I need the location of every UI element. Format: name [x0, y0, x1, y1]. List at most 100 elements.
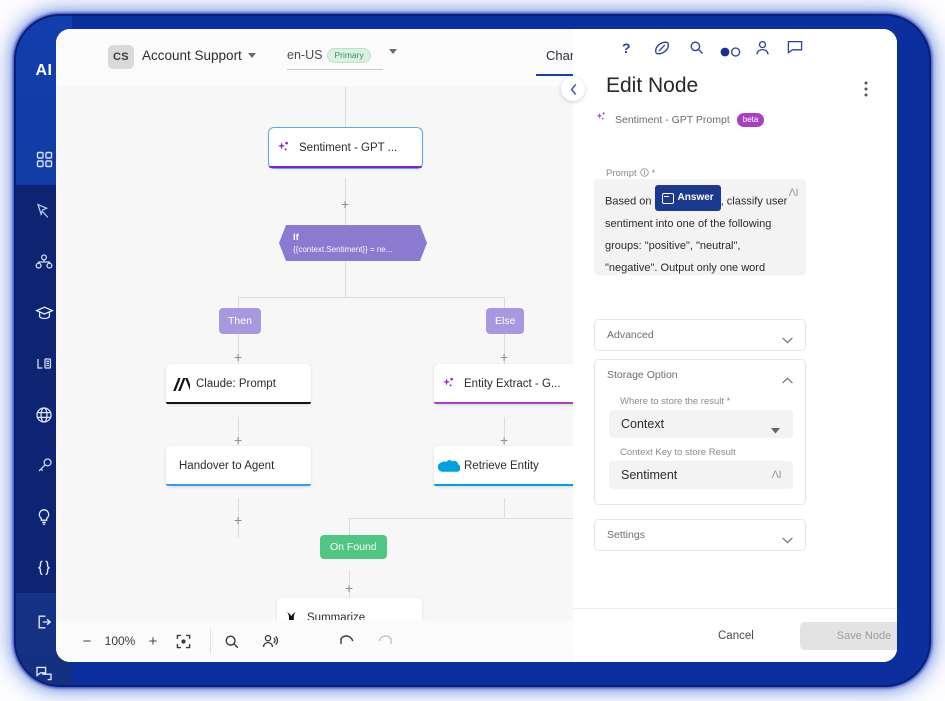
accordion-storage-option[interactable]: Storage Option Where to store the result… — [594, 359, 806, 505]
node-label: Handover to Agent — [179, 460, 274, 472]
sparkle-icon — [269, 140, 299, 156]
node-label: Claude: Prompt — [196, 378, 276, 390]
anthropic-icon — [166, 377, 196, 392]
context-key-label: Context Key to store Result — [620, 447, 736, 458]
chat-icon[interactable] — [787, 40, 803, 59]
prompt-text-before: Based on — [605, 196, 651, 208]
outcome-on-found[interactable]: On Found — [320, 535, 387, 559]
context-key-value: Sentiment — [621, 468, 677, 482]
connector — [349, 518, 350, 536]
variable-icon — [662, 193, 674, 204]
accordion-advanced[interactable]: Advanced — [594, 319, 806, 351]
connector — [504, 498, 505, 518]
node-handover[interactable]: Handover to Agent — [166, 446, 311, 486]
chevron-up-icon — [782, 371, 793, 389]
toggle-icon[interactable] — [720, 44, 742, 62]
add-node-button[interactable]: + — [345, 581, 353, 595]
connector — [345, 261, 346, 297]
save-node-button[interactable]: Save Node — [800, 622, 897, 650]
chevron-down-icon — [248, 53, 256, 58]
add-node-button[interactable]: + — [341, 197, 349, 211]
prompt-label: Prompt — [606, 168, 637, 179]
grid-icon — [36, 151, 53, 168]
where-to-store-value: Context — [621, 417, 664, 431]
search-icon[interactable] — [689, 40, 704, 60]
search-icon[interactable] — [211, 634, 251, 649]
accordion-settings[interactable]: Settings — [594, 519, 806, 551]
add-node-button[interactable]: + — [234, 513, 242, 527]
condition-expression: {{context.Sentiment}} = ne... — [293, 244, 427, 255]
fit-to-screen-icon[interactable] — [166, 634, 200, 649]
connector — [345, 86, 346, 128]
zoom-out-button[interactable]: − — [74, 633, 100, 650]
cursor-flow-icon — [35, 202, 53, 220]
answer-chip[interactable]: Answer — [655, 185, 721, 211]
undo-icon[interactable] — [325, 634, 369, 648]
redo-icon[interactable] — [369, 634, 399, 648]
required-mark: * — [727, 396, 731, 407]
language-selector[interactable]: en-US Primary — [287, 46, 383, 70]
node-accent-bar — [166, 402, 311, 405]
braces-icon — [36, 559, 52, 577]
avatar: CS — [108, 45, 134, 69]
add-node-button[interactable]: + — [500, 350, 508, 364]
accordion-storage-label: Storage Option — [607, 369, 678, 381]
branch-then[interactable]: Then — [219, 308, 261, 334]
sparkle-icon — [595, 111, 608, 129]
language-label: en-US — [287, 48, 322, 62]
canvas-toolbar: − 100% + — [56, 620, 573, 662]
node-claude-prompt[interactable]: Claude: Prompt — [166, 364, 311, 404]
node-label: Entity Extract - G... — [464, 378, 561, 390]
pen-icon[interactable] — [654, 40, 670, 61]
graduation-cap-icon — [35, 305, 54, 321]
add-node-button[interactable]: + — [234, 433, 242, 447]
where-to-store-select[interactable]: Context — [609, 410, 793, 438]
voice-test-icon[interactable] — [251, 634, 289, 649]
panel-icon-bar: ? — [573, 29, 897, 71]
chat-icon — [35, 665, 53, 681]
zoom-in-button[interactable]: + — [140, 633, 166, 650]
chevron-down-icon — [771, 421, 780, 439]
primary-badge: Primary — [327, 48, 370, 63]
ai-icon[interactable]: ΛI — [789, 187, 798, 199]
ai-icon[interactable]: ΛI — [772, 469, 781, 481]
accordion-advanced-header[interactable]: Advanced — [595, 320, 805, 350]
answer-chip-label: Answer — [678, 187, 714, 209]
add-node-button[interactable]: + — [234, 350, 242, 364]
bot-name-label: Account Support — [142, 48, 242, 63]
app-window: CS Account Support en-USPrimary Chart NL… — [56, 29, 897, 662]
bulb-icon — [36, 508, 52, 526]
add-node-button[interactable]: + — [500, 433, 508, 447]
help-icon[interactable]: ? — [622, 40, 631, 56]
node-condition-if[interactable]: If {{context.Sentiment}} = ne... — [279, 225, 427, 261]
node-accent-bar — [166, 484, 311, 487]
chevron-down-icon — [389, 49, 397, 54]
node-retrieve-entity[interactable]: Retrieve Entity — [434, 446, 579, 486]
node-label: Sentiment - GPT ... — [299, 142, 397, 154]
zoom-level-label: 100% — [100, 634, 140, 648]
where-to-store-label: Where to store the result * — [620, 396, 730, 407]
accordion-settings-label: Settings — [607, 529, 645, 541]
node-entity-extract[interactable]: Entity Extract - G... — [434, 364, 579, 404]
bot-selector[interactable]: Account Support — [142, 48, 256, 63]
node-subtitle: Sentiment - GPT Prompt beta — [595, 111, 764, 129]
node-sentiment[interactable]: Sentiment - GPT ... — [269, 128, 422, 168]
page-title: Edit Node — [606, 74, 698, 98]
key-icon — [36, 457, 53, 474]
context-key-input[interactable]: Sentiment ΛI — [609, 461, 793, 489]
chevron-down-icon — [782, 531, 793, 549]
accordion-settings-header[interactable]: Settings — [595, 520, 805, 550]
kebab-menu-icon[interactable] — [864, 81, 868, 102]
panel-collapse-button[interactable] — [561, 77, 585, 101]
screenshot-root: AI — [0, 0, 945, 701]
condition-title: If — [293, 232, 427, 244]
accordion-storage-header[interactable]: Storage Option — [595, 360, 805, 390]
user-icon[interactable] — [755, 40, 770, 61]
prompt-input[interactable]: Based on Answer, classify user sentiment… — [594, 179, 806, 275]
salesforce-icon — [434, 459, 464, 474]
where-to-store-text: Where to store the result — [620, 396, 724, 407]
globe-icon — [35, 406, 53, 424]
beta-badge: beta — [737, 113, 765, 127]
branch-else[interactable]: Else — [486, 308, 524, 334]
cancel-button[interactable]: Cancel — [718, 630, 754, 642]
